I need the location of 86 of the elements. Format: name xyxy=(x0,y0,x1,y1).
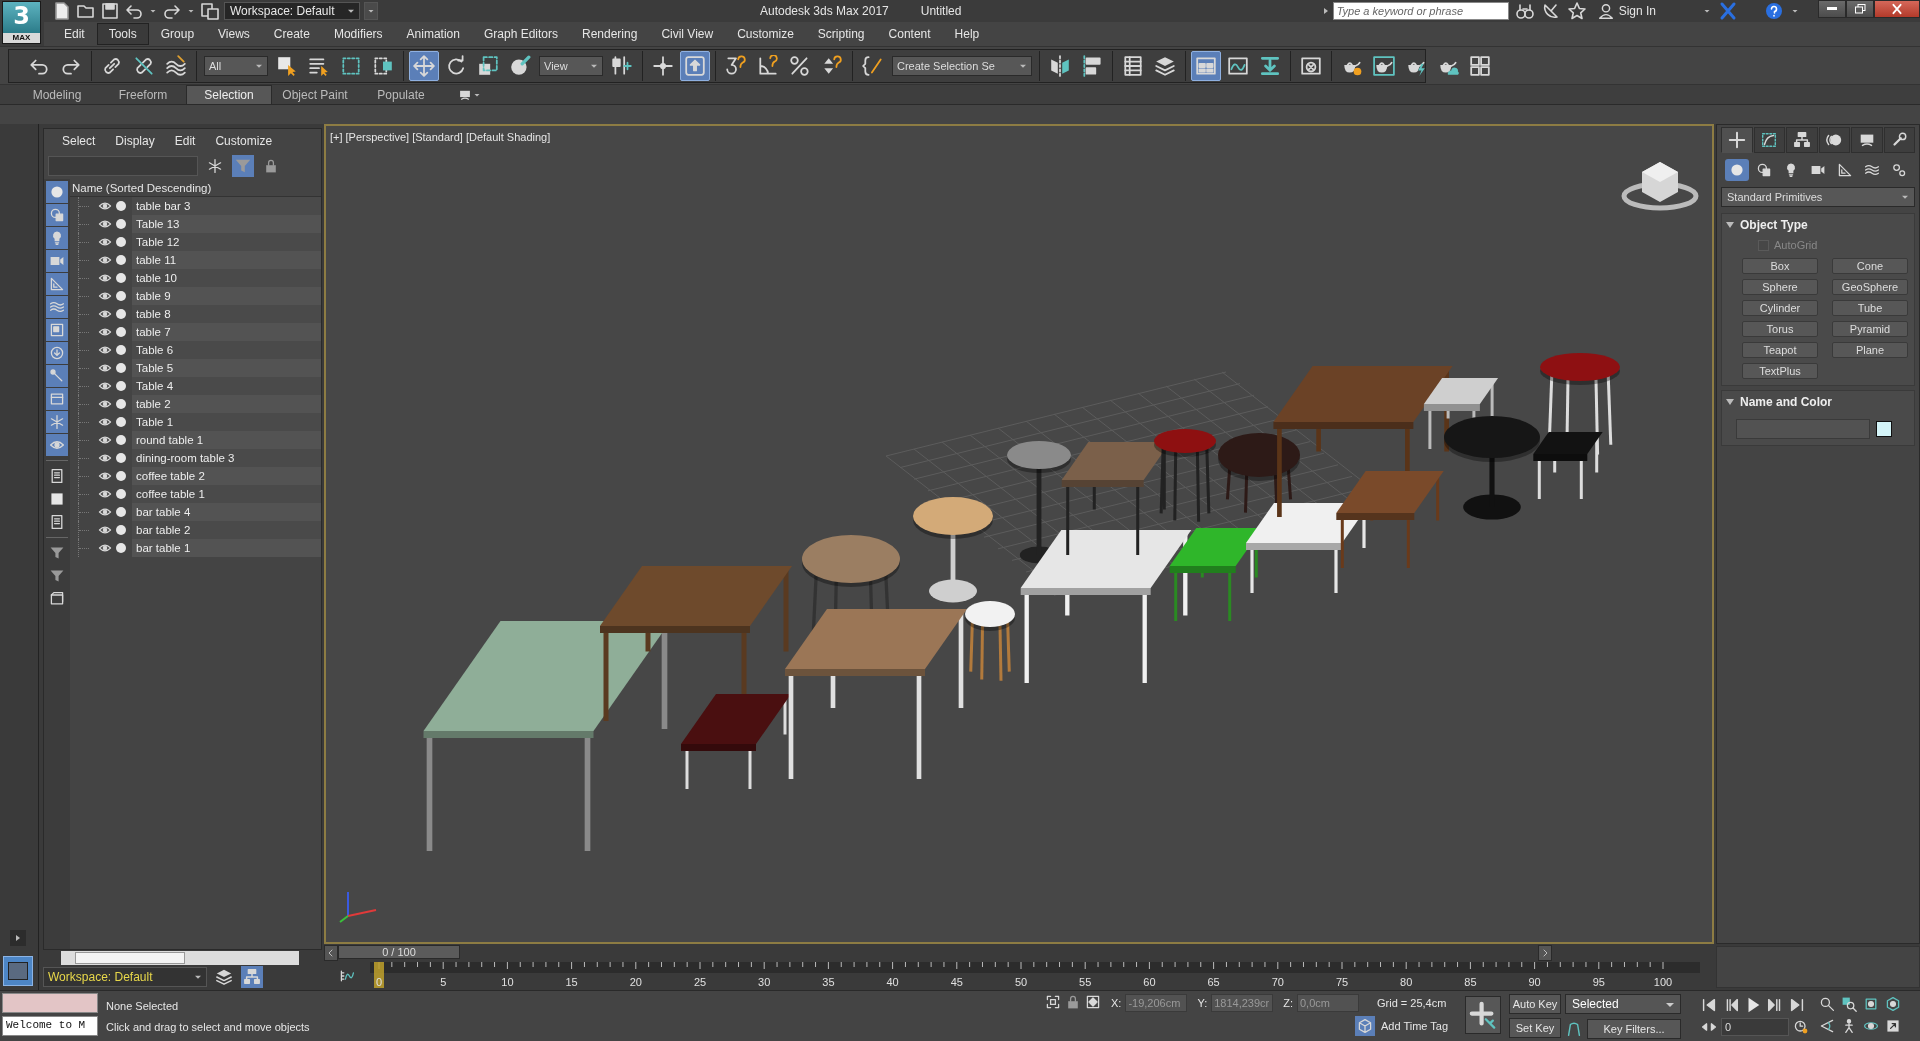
primitive-button[interactable]: Cone xyxy=(1832,258,1908,274)
menu-item[interactable]: Animation xyxy=(394,23,472,45)
primitive-button[interactable]: Pyramid xyxy=(1832,321,1908,337)
primitive-button[interactable]: GeoSphere xyxy=(1832,279,1908,295)
menu-item[interactable]: Views xyxy=(206,23,262,45)
frame-number: 60 xyxy=(1143,976,1156,988)
frame-number: 85 xyxy=(1464,976,1477,988)
frame-number: 90 xyxy=(1528,976,1541,988)
viewport-menu-label[interactable]: [Perspective] xyxy=(345,131,410,143)
search-field[interactable]: Type a keyword or phrase xyxy=(1332,2,1509,20)
viewport-menu-label[interactable]: [Default Shading] xyxy=(465,131,551,143)
frame-number: 25 xyxy=(693,976,707,988)
viewport-menu-label[interactable]: [+] xyxy=(330,131,343,143)
grid-size: Grid = 25,4cm xyxy=(1377,997,1447,1009)
frame-number: 0 xyxy=(375,976,383,988)
dropdown[interactable]: All xyxy=(204,56,268,76)
frame-number: 80 xyxy=(1400,976,1413,988)
app-title: Autodesk 3ds Max 2017 xyxy=(760,4,889,18)
menu-item[interactable]: Scripting xyxy=(805,23,877,45)
coordinate-label: Z: xyxy=(1283,997,1293,1009)
frame-number: 35 xyxy=(822,976,835,988)
document-title: Untitled xyxy=(920,4,962,18)
viewport-menu-label[interactable]: [Standard] xyxy=(412,131,463,143)
primitive-button[interactable]: Box xyxy=(1742,258,1818,274)
menu-item[interactable]: Graph Editors xyxy=(471,23,570,45)
selection-status: None Selected xyxy=(106,999,180,1012)
sign-in-button[interactable]: Sign In xyxy=(1596,2,1656,20)
coordinate-label: Y: xyxy=(1197,997,1208,1009)
frame-number: 10 xyxy=(501,976,514,988)
ribbon-tab[interactable]: Populate xyxy=(358,85,444,104)
time-tag-label[interactable]: Add Time Tag xyxy=(1381,1020,1449,1032)
explorer-menu-item[interactable]: Edit xyxy=(164,134,206,148)
frame-number: 50 xyxy=(1014,976,1028,988)
frame-number: 55 xyxy=(1079,976,1092,988)
menu-item[interactable]: Content xyxy=(876,23,943,45)
key-filters-button[interactable]: Key Filters... xyxy=(1587,1019,1681,1039)
autogrid-label: AutoGrid xyxy=(1774,239,1818,251)
rollout-header[interactable]: Object Type xyxy=(1722,214,1808,236)
menu-item[interactable]: Modifiers xyxy=(321,23,395,45)
menu-item[interactable]: Help xyxy=(942,23,992,45)
frame-number: 75 xyxy=(1335,976,1349,988)
dropdown[interactable]: Create Selection Se xyxy=(892,56,1032,76)
coordinate-label: X: xyxy=(1111,997,1122,1009)
menu-item[interactable]: Group xyxy=(148,23,207,45)
dropdown[interactable]: View xyxy=(539,56,603,76)
frame-number: 65 xyxy=(1207,976,1220,988)
menu-item[interactable]: Tools xyxy=(96,23,149,45)
frame-number: 15 xyxy=(565,976,578,988)
menu-item[interactable]: Edit xyxy=(52,23,97,45)
primitive-button[interactable]: Cylinder xyxy=(1742,300,1818,316)
workspace-dropdown[interactable]: Workspace: Default xyxy=(43,967,207,987)
explorer-menu-item[interactable]: Select xyxy=(52,134,106,148)
time-slider-thumb[interactable]: 0 / 100 xyxy=(338,945,460,959)
menu-item[interactable]: Rendering xyxy=(570,23,650,45)
application-button[interactable]: 3 MAX xyxy=(2,1,41,44)
primitive-button[interactable]: Torus xyxy=(1742,321,1818,337)
frame-number: 100 xyxy=(1653,976,1673,988)
menu-item[interactable]: Customize xyxy=(725,23,806,45)
primitive-button[interactable]: Plane xyxy=(1832,342,1908,358)
primitive-button[interactable]: TextPlus xyxy=(1742,363,1818,379)
explorer-menu-item[interactable]: Display xyxy=(105,134,165,148)
explorer-menu-item[interactable]: Customize xyxy=(205,134,283,148)
workspace-dropdown[interactable]: Workspace: Default xyxy=(224,2,360,20)
primitive-button[interactable]: Teapot xyxy=(1742,342,1818,358)
frame-number: 95 xyxy=(1592,976,1605,988)
ribbon-tab[interactable]: Modeling xyxy=(14,85,100,104)
primitive-button[interactable]: Tube xyxy=(1832,300,1908,316)
ribbon-tab[interactable]: Freeform xyxy=(100,85,186,104)
ribbon-tab[interactable]: Selection xyxy=(186,85,272,104)
menu-item[interactable]: Civil View xyxy=(649,23,726,45)
menu-item[interactable]: Create xyxy=(261,23,322,45)
frame-number: 70 xyxy=(1271,976,1284,988)
frame-number: 45 xyxy=(950,976,963,988)
key-set-dropdown[interactable]: Selected xyxy=(1565,994,1681,1014)
primitive-button[interactable]: Sphere xyxy=(1742,279,1818,295)
listener-output: Welcome to M xyxy=(2,1016,98,1036)
ribbon-tab[interactable]: Object Paint xyxy=(272,85,358,104)
auto-key-button[interactable]: Auto Key xyxy=(1509,994,1561,1014)
set-key-mode-button[interactable]: Set Key xyxy=(1509,1018,1561,1038)
frame-number: 30 xyxy=(758,976,771,988)
prompt-text: Click and drag to select and move objects xyxy=(106,1020,311,1033)
object-class-dropdown[interactable]: Standard Primitives xyxy=(1721,187,1915,207)
frame-number: 5 xyxy=(440,976,447,988)
frame-number: 20 xyxy=(629,976,642,988)
current-frame-field[interactable]: 0 xyxy=(1721,1018,1789,1036)
frame-number: 40 xyxy=(886,976,899,988)
